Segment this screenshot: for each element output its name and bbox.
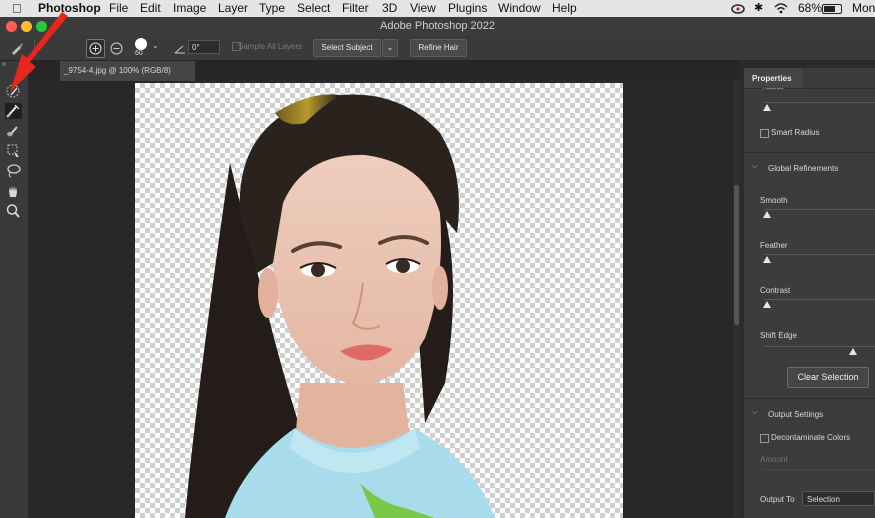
feather-label: Feather (760, 241, 788, 250)
mac-menubar:  Photoshop File Edit Image Layer Type S… (0, 0, 875, 17)
scrollbar-thumb[interactable] (734, 185, 739, 325)
zoom-tool-icon[interactable] (5, 203, 22, 219)
contrast-slider[interactable] (764, 299, 875, 300)
shift-edge-slider-thumb[interactable] (849, 348, 857, 355)
global-refinements-chevron-icon[interactable]: ⌵ (752, 163, 757, 171)
document-canvas[interactable] (135, 83, 623, 518)
menu-layer[interactable]: Layer (218, 0, 248, 17)
refine-edge-brush-tool-icon[interactable] (5, 103, 22, 119)
brush-size-swatch[interactable] (135, 38, 147, 50)
angle-icon (174, 42, 186, 54)
contrast-label: Contrast (760, 286, 791, 295)
window-title: Adobe Photoshop 2022 (380, 20, 495, 32)
smart-radius-checkbox[interactable] (760, 129, 769, 138)
radius-label: Radius (762, 88, 784, 93)
menu-select[interactable]: Select (297, 0, 330, 17)
output-settings-heading[interactable]: Output Settings (768, 410, 823, 419)
properties-title: Properties (752, 74, 792, 83)
tools-panel: » (0, 61, 29, 518)
document-tab[interactable]: _9754-4.jpg @ 100% (RGB/8) (60, 61, 195, 81)
angle-input[interactable]: 0° (188, 40, 220, 54)
menu-file[interactable]: File (109, 0, 128, 17)
select-subject-dropdown-chevron-icon[interactable]: ⌄ (382, 39, 398, 57)
menu-view[interactable]: View (410, 0, 436, 17)
shift-edge-slider[interactable] (764, 346, 875, 347)
menu-window[interactable]: Window (498, 0, 541, 17)
smooth-slider[interactable] (764, 209, 875, 210)
output-to-label: Output To (760, 495, 795, 504)
menu-type[interactable]: Type (259, 0, 285, 17)
contrast-slider-thumb[interactable] (763, 301, 771, 308)
smooth-slider-thumb[interactable] (763, 211, 771, 218)
brush-dropdown-chevron-icon[interactable]: ⌄ (152, 41, 159, 50)
output-settings-chevron-icon[interactable]: ⌵ (752, 409, 757, 417)
menu-help[interactable]: Help (552, 0, 577, 17)
panel-divider (744, 398, 875, 399)
battery-percent: 68% (798, 1, 823, 15)
options-bar: 60 ⌄ 0° Sample All Layers Select Subject… (0, 36, 875, 61)
output-to-select[interactable]: Selection (802, 491, 875, 506)
object-selection-tool-icon[interactable] (5, 143, 22, 159)
menu-3d[interactable]: 3D (382, 0, 397, 17)
portrait-photo (185, 94, 495, 518)
battery-icon[interactable] (822, 4, 842, 14)
red-arrow-annotation (10, 12, 68, 92)
properties-panel: Properties Radius Smart Radius ⌵ Global … (744, 68, 875, 518)
menu-filter[interactable]: Filter (342, 0, 369, 17)
feather-slider-thumb[interactable] (763, 256, 771, 263)
decontaminate-colors-label: Decontaminate Colors (771, 433, 851, 442)
brush-size-value: 60 (135, 50, 143, 57)
radius-slider-thumb[interactable] (763, 104, 771, 111)
amount-label: Amount (760, 455, 788, 464)
feather-slider[interactable] (764, 254, 875, 255)
add-to-selection-button[interactable] (86, 39, 105, 58)
amount-slider (764, 469, 875, 470)
subtract-from-selection-button[interactable] (108, 40, 125, 57)
smart-radius-label: Smart Radius (771, 128, 820, 137)
shift-edge-label: Shift Edge (760, 331, 797, 340)
panel-divider (744, 152, 875, 153)
decontaminate-colors-checkbox[interactable] (760, 434, 769, 443)
refine-hair-button[interactable]: Refine Hair (410, 39, 467, 57)
radius-slider[interactable] (764, 102, 875, 103)
sample-all-layers-label: Sample All Layers (238, 42, 303, 51)
brush-tool-icon[interactable] (5, 123, 22, 139)
menu-plugins[interactable]: Plugins (448, 0, 487, 17)
smooth-label: Smooth (760, 196, 788, 205)
select-subject-button[interactable]: Select Subject (313, 39, 381, 57)
menubar-clock: Mon (852, 1, 875, 15)
bluetooth-icon[interactable]: ✱ (754, 0, 763, 17)
global-refinements-heading[interactable]: Global Refinements (768, 164, 838, 173)
properties-tab[interactable]: Properties (744, 68, 802, 90)
hand-tool-icon[interactable] (5, 183, 22, 199)
clear-selection-button[interactable]: Clear Selection (787, 367, 869, 388)
window-titlebar: Adobe Photoshop 2022 (0, 17, 875, 36)
lasso-tool-icon[interactable] (5, 163, 22, 179)
creative-cloud-icon[interactable] (731, 2, 745, 14)
menu-edit[interactable]: Edit (140, 0, 161, 17)
menu-image[interactable]: Image (173, 0, 206, 17)
